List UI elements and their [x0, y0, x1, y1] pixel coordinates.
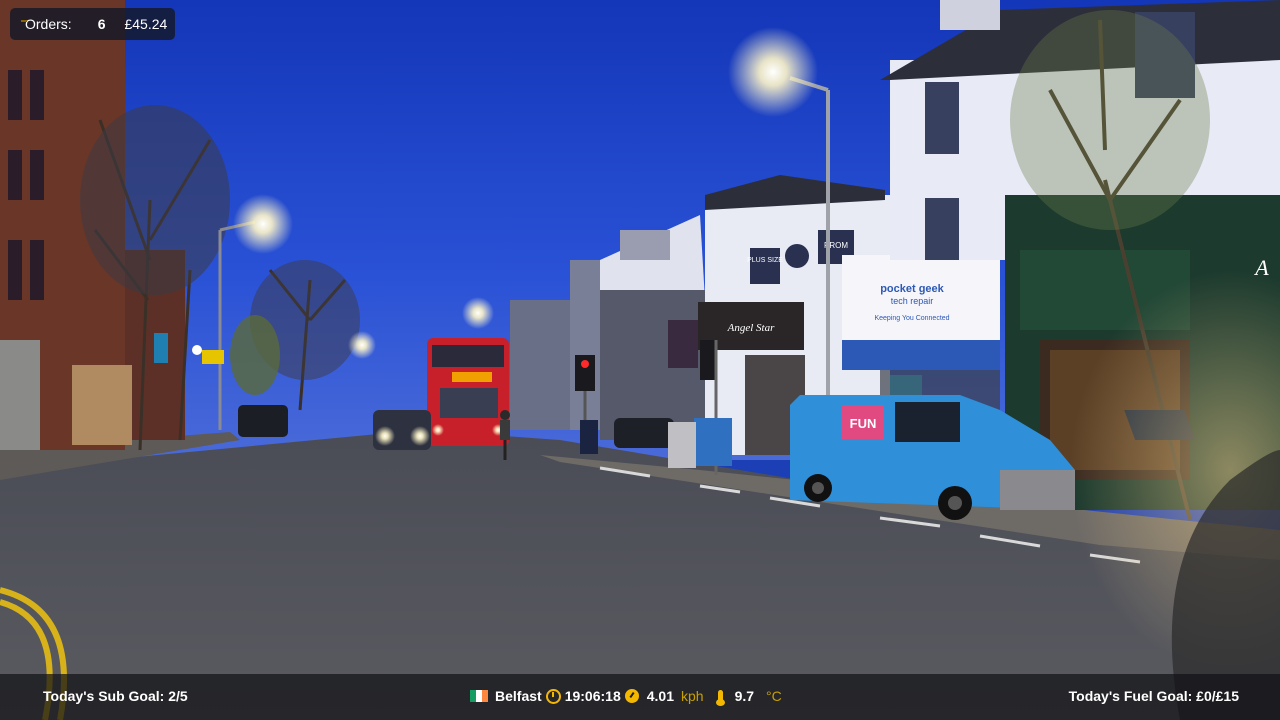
ireland-flag-icon [470, 690, 488, 702]
sub-goal-text: Today's Sub Goal: 2/5 [43, 688, 188, 704]
speedometer-icon [624, 689, 639, 703]
fuel-goal-text: Today's Fuel Goal: £0/£15 [1068, 688, 1239, 704]
center-buildings [510, 300, 570, 430]
street-scene: PLUS SIZE PROM Angel Star pocket geek te… [0, 0, 1280, 720]
temperature-unit: °C [766, 688, 782, 704]
clock-icon [545, 688, 561, 704]
svg-text:PLUS SIZE: PLUS SIZE [747, 257, 783, 264]
svg-text:Keeping You Connected: Keeping You Connected [874, 315, 949, 322]
temperature-value: 9.7 [734, 688, 755, 704]
time-text: 19:06:18 [564, 688, 621, 704]
svg-text:tech repair: tech repair [891, 296, 934, 306]
thermometer-icon [715, 690, 725, 706]
orders-overlay: Orders: 6 £45.24 [10, 8, 175, 40]
location-text: Belfast [495, 688, 542, 704]
svg-text:pocket geek: pocket geek [880, 283, 944, 295]
speed-unit: kph [680, 688, 704, 704]
svg-text:FUN: FUN [850, 416, 877, 431]
orders-label: Orders: [25, 16, 72, 32]
center-stats: Belfast 19:06:18 4.01 kph 9.7 °C [470, 688, 782, 706]
orders-count: 6 [97, 16, 106, 32]
speed-value: 4.01 [646, 688, 674, 704]
orders-total: £45.24 [124, 16, 168, 32]
svg-text:Angel Star: Angel Star [727, 322, 775, 334]
status-bar: Today's Sub Goal: 2/5 Belfast 19:06:18 4… [0, 674, 1280, 720]
